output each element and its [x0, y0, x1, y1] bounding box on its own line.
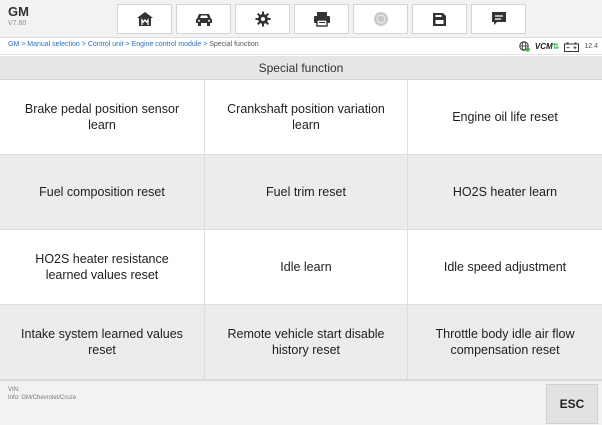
function-intake-system-learned-values-reset[interactable]: Intake system learned values reset — [0, 305, 205, 380]
breadcrumb-item-engine-control-module[interactable]: Engine control module — [132, 41, 202, 48]
top-toolbar: GM V7.60 — [0, 0, 602, 38]
vcm-label: VCM — [534, 42, 553, 51]
brand-version: V7.60 — [8, 20, 27, 27]
vin-label: VIN: — [8, 387, 20, 393]
breadcrumb-separator: > — [123, 41, 132, 48]
esc-button[interactable]: ESC — [546, 384, 598, 424]
breadcrumb-separator: > — [79, 41, 88, 48]
function-idle-learn[interactable]: Idle learn — [205, 230, 408, 305]
status-area: VCM⇅ 12.4 — [519, 40, 598, 53]
breadcrumb-item-control-unit[interactable]: Control unit — [88, 41, 124, 48]
save-icon — [433, 12, 446, 26]
function-crankshaft-position-variation-learn[interactable]: Crankshaft position variation learn — [205, 80, 408, 155]
function-idle-speed-adjustment[interactable]: Idle speed adjustment — [408, 230, 602, 305]
home-icon — [136, 12, 153, 26]
vehicle-button[interactable] — [176, 4, 231, 34]
function-engine-oil-life-reset[interactable]: Engine oil life reset — [408, 80, 602, 155]
footer-bar: VIN: Info: GM/Chevrolet/Cruze ESC — [0, 380, 602, 425]
message-button[interactable] — [471, 4, 526, 34]
function-throttle-body-idle-air-flow-compensation-reset[interactable]: Throttle body idle air flow compensation… — [408, 305, 602, 380]
print-button[interactable] — [294, 4, 349, 34]
breadcrumb: GM > Manual selection > Control unit > E… — [8, 41, 259, 48]
function-brake-pedal-position-sensor-learn[interactable]: Brake pedal position sensor learn — [0, 80, 205, 155]
vcm-connected-icon: ⇅ — [552, 42, 560, 51]
network-icon — [519, 41, 530, 52]
vehicle-icon — [195, 14, 212, 26]
breadcrumb-item-gm[interactable]: GM — [8, 41, 19, 48]
breadcrumb-bar: GM > Manual selection > Control unit > E… — [0, 38, 602, 55]
function-fuel-trim-reset[interactable]: Fuel trim reset — [205, 155, 408, 230]
breadcrumb-item-current: Special function — [209, 41, 259, 48]
message-icon — [491, 12, 506, 25]
page-title: Special function — [0, 56, 602, 80]
vehicle-info: VIN: Info: GM/Chevrolet/Cruze — [8, 386, 76, 402]
battery-icon — [564, 42, 580, 52]
function-ho2s-heater-resistance-learned-values-reset[interactable]: HO2S heater resistance learned values re… — [0, 230, 205, 305]
help-button[interactable] — [353, 4, 408, 34]
save-button[interactable] — [412, 4, 467, 34]
breadcrumb-item-manual-selection[interactable]: Manual selection — [27, 41, 80, 48]
vcm-status: VCM⇅ — [535, 42, 559, 51]
print-icon — [313, 12, 330, 27]
settings-button[interactable] — [235, 4, 290, 34]
battery-voltage: 12.4 — [584, 43, 598, 50]
home-button[interactable] — [117, 4, 172, 34]
function-ho2s-heater-learn[interactable]: HO2S heater learn — [408, 155, 602, 230]
brand: GM V7.60 — [8, 4, 29, 28]
settings-icon — [255, 11, 270, 27]
brand-name: GM — [8, 4, 29, 19]
special-function-grid: Brake pedal position sensor learn Cranks… — [0, 80, 602, 380]
function-fuel-composition-reset[interactable]: Fuel composition reset — [0, 155, 205, 230]
help-icon — [373, 12, 388, 26]
info-label: Info: GM/Chevrolet/Cruze — [8, 395, 77, 401]
function-remote-vehicle-start-disable-history-reset[interactable]: Remote vehicle start disable history res… — [205, 305, 408, 380]
breadcrumb-separator: > — [201, 41, 210, 48]
